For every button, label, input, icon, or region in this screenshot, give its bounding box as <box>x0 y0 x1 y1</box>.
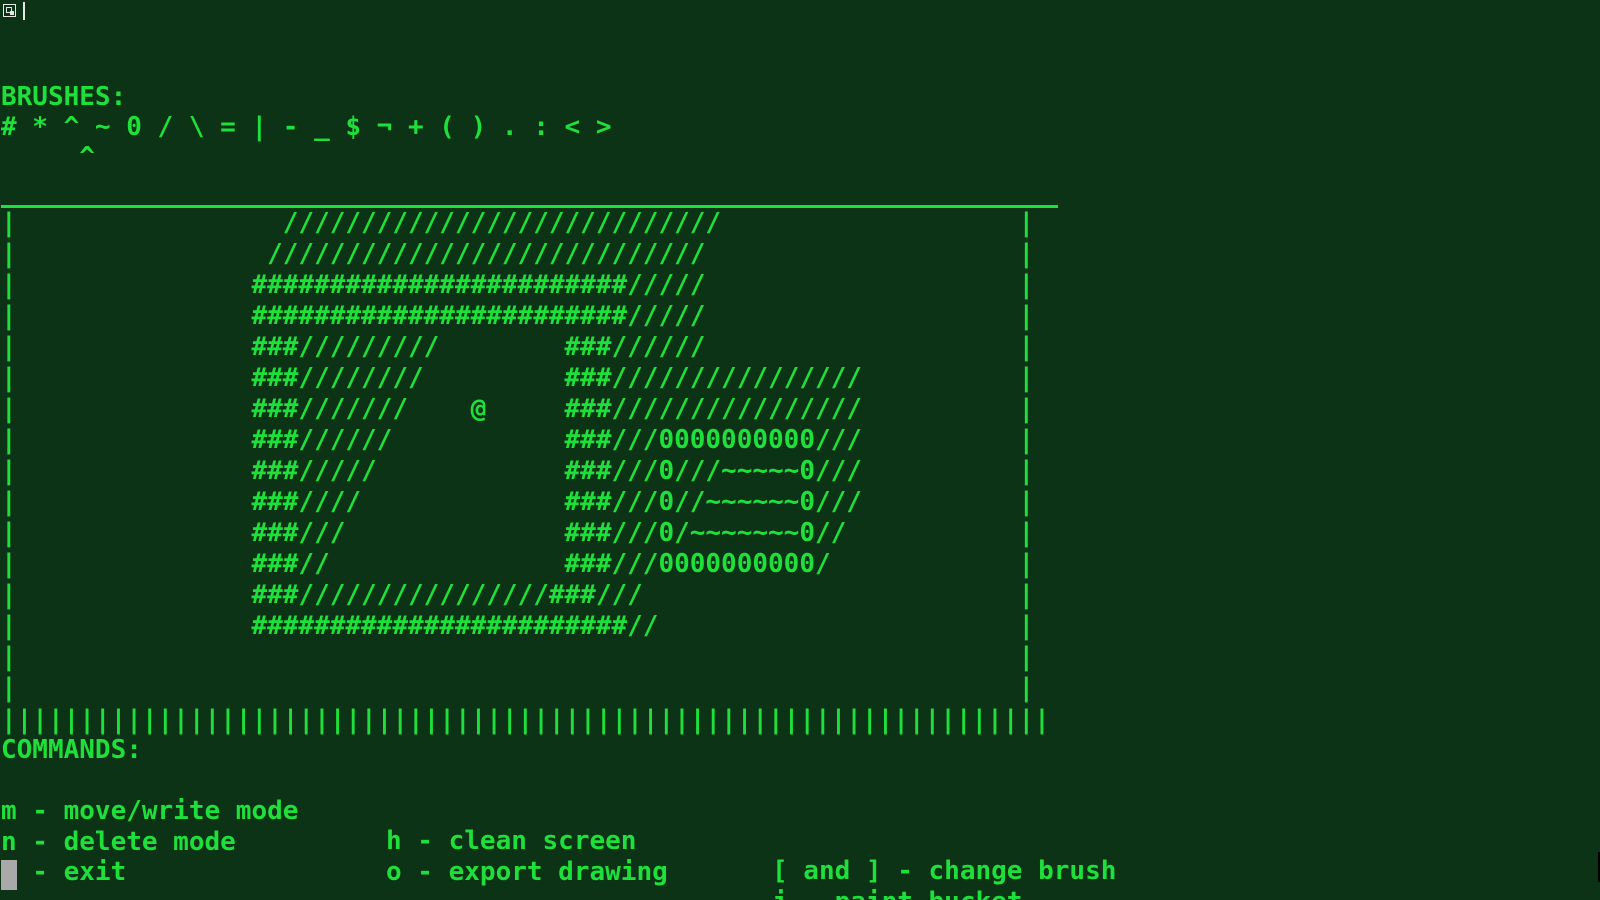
canvas-row[interactable]: | //////////////////////////// | <box>1 239 1034 270</box>
app-window-icon <box>3 4 16 17</box>
text-cursor-icon <box>23 2 25 20</box>
canvas-row[interactable]: | ###// ###///0000000000/ | <box>1 549 1034 580</box>
command-move-write: m - move/write mode <box>1 796 299 826</box>
command-exit: q - exit <box>1 857 127 887</box>
canvas-row[interactable]: | | <box>1 642 1034 673</box>
brush-selector-caret: ^ <box>1 142 95 172</box>
canvas-row[interactable]: | ###/////// @ ###//////////////// | <box>1 394 1034 425</box>
canvas-row[interactable]: | ###////// ###///0000000000/// | <box>1 425 1034 456</box>
canvas-row[interactable]: | ########################///// | <box>1 301 1034 332</box>
canvas-row[interactable]: | | <box>1 673 1034 704</box>
canvas-row[interactable]: | ###///////// ###////// | <box>1 332 1034 363</box>
canvas-row[interactable]: | ###////////////////###/// | <box>1 580 1034 611</box>
canvas-row[interactable]: | ########################///// | <box>1 270 1034 301</box>
commands-title: COMMANDS: <box>1 735 142 765</box>
canvas-row[interactable]: | ###//////// ###//////////////// | <box>1 363 1034 394</box>
command-export-drawing: o - export drawing <box>386 857 668 887</box>
command-clean-screen: h - clean screen <box>386 826 637 856</box>
canvas-row[interactable]: | ###///// ###///0///~~~~~0/// | <box>1 456 1034 487</box>
canvas-row[interactable]: | //////////////////////////// | <box>1 208 1034 239</box>
command-paint-bucket: j - paint bucket <box>772 887 1022 900</box>
command-change-brush: [ and ] - change brush <box>772 856 1117 886</box>
command-delete-mode: n - delete mode <box>1 827 236 857</box>
canvas-bottom-border: ||||||||||||||||||||||||||||||||||||||||… <box>1 705 1050 735</box>
brush-list[interactable]: # * ^ ~ 0 / \ = | - _ $ ¬ + ( ) . : < > <box>1 112 611 142</box>
brushes-title: BRUSHES: <box>1 82 127 112</box>
canvas-row[interactable]: | ###//// ###///0//~~~~~~0/// | <box>1 487 1034 518</box>
canvas-row[interactable]: | ###/// ###///0/~~~~~~~0// | <box>1 518 1034 549</box>
terminal-cursor[interactable] <box>1 860 17 890</box>
canvas-row[interactable]: | ########################// | <box>1 611 1034 642</box>
drawing-canvas[interactable]: | //////////////////////////// | | /////… <box>1 208 1034 704</box>
